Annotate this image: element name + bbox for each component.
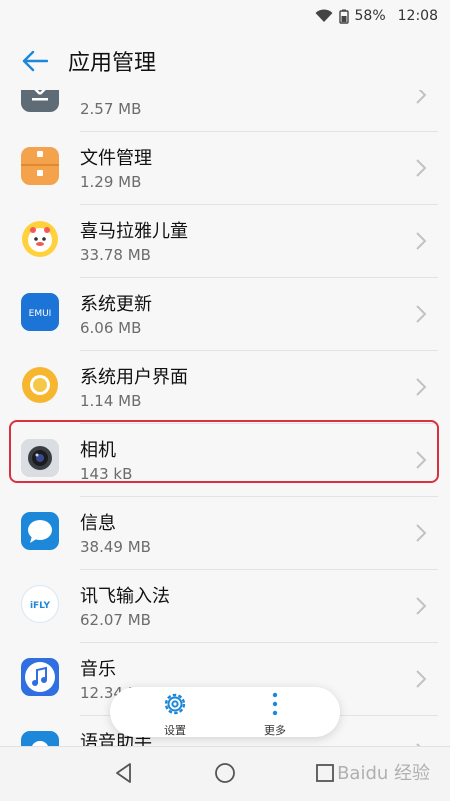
more-vertical-icon <box>272 692 278 716</box>
status-bar: 58% 12:08 <box>0 0 450 32</box>
app-size: 62.07 MB <box>80 611 151 629</box>
list-item[interactable]: 2.57 MB <box>0 90 450 132</box>
music-icon <box>21 658 59 696</box>
chevron-right-icon <box>416 90 427 104</box>
settings-label: 设置 <box>164 724 186 737</box>
chevron-right-icon <box>416 670 427 688</box>
recents-square-icon[interactable] <box>313 761 337 785</box>
system-ui-icon <box>21 366 59 404</box>
ifly-input-icon: iFLY <box>21 585 59 623</box>
back-arrow-icon[interactable] <box>18 44 52 78</box>
list-item[interactable]: 喜马拉雅儿童 33.78 MB <box>0 205 450 278</box>
system-update-icon: EMUI <box>21 293 59 331</box>
battery-icon <box>338 9 349 24</box>
navigation-bar: Baidu 经验 <box>0 746 450 801</box>
chevron-right-icon <box>416 232 427 250</box>
back-triangle-icon[interactable] <box>112 761 136 785</box>
chevron-right-icon <box>416 597 427 615</box>
chevron-right-icon <box>416 159 427 177</box>
app-size: 6.06 MB <box>80 319 142 337</box>
svg-text:EMUI: EMUI <box>29 309 52 319</box>
page-title: 应用管理 <box>68 51 157 76</box>
home-circle-icon[interactable] <box>213 761 237 785</box>
battery-percent: 58% <box>354 8 386 24</box>
list-item[interactable]: iFLY 讯飞输入法 62.07 MB <box>0 570 450 643</box>
app-name: 喜马拉雅儿童 <box>80 221 188 242</box>
app-list[interactable]: 2.57 MB 文件管理 1.29 MB 喜马拉雅儿童 33.78 MB EMU… <box>0 90 450 746</box>
list-item[interactable]: 文件管理 1.29 MB <box>0 132 450 205</box>
app-name: 信息 <box>80 513 116 534</box>
svg-text:iFLY: iFLY <box>30 601 51 611</box>
app-size: 33.78 MB <box>80 246 151 264</box>
app-name: 系统更新 <box>80 294 152 315</box>
app-size: 1.29 MB <box>80 173 142 191</box>
download-app-icon <box>21 90 59 112</box>
chevron-right-icon <box>416 305 427 323</box>
app-size: 2.57 MB <box>80 100 142 118</box>
app-size: 1.14 MB <box>80 392 142 410</box>
more-button[interactable]: 更多 <box>245 691 305 737</box>
chevron-right-icon <box>416 524 427 542</box>
app-name: 音乐 <box>80 659 116 680</box>
list-item[interactable]: EMUI 系统更新 6.06 MB <box>0 278 450 351</box>
file-manager-icon <box>21 147 59 185</box>
voice-assistant-icon <box>21 731 59 746</box>
list-item[interactable]: 系统用户界面 1.14 MB <box>0 351 450 424</box>
title-bar: 应用管理 <box>0 32 450 90</box>
more-label: 更多 <box>264 724 286 737</box>
settings-button[interactable]: 设置 <box>145 691 205 737</box>
highlight-box <box>9 420 439 483</box>
messages-icon <box>21 512 59 550</box>
floating-menu: 设置 更多 <box>110 687 340 737</box>
app-name: 系统用户界面 <box>80 367 188 388</box>
gear-icon <box>164 693 186 715</box>
list-item[interactable]: 信息 38.49 MB <box>0 497 450 570</box>
clock: 12:08 <box>397 8 438 24</box>
chevron-right-icon <box>416 378 427 396</box>
watermark: Baidu 经验 <box>337 763 430 784</box>
app-name: 文件管理 <box>80 148 152 169</box>
app-size: 38.49 MB <box>80 538 151 556</box>
wifi-icon <box>315 9 333 23</box>
ximalaya-kids-icon <box>21 220 59 258</box>
app-name: 讯飞输入法 <box>80 586 170 607</box>
